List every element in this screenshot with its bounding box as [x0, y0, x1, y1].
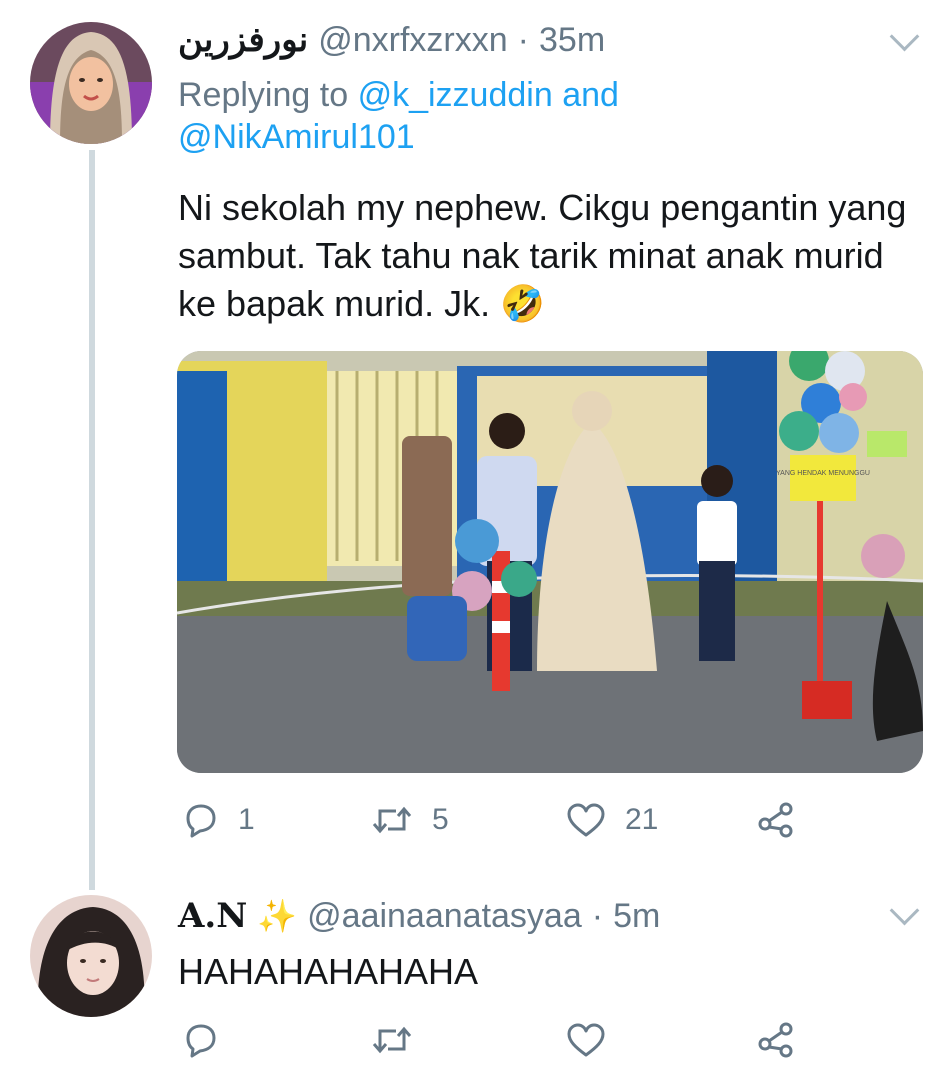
mention-link-2[interactable]: @NikAmirul101: [178, 118, 415, 156]
retweet-button[interactable]: [370, 1020, 414, 1060]
retweet-icon: [372, 806, 412, 834]
display-name[interactable]: A.N: [178, 896, 247, 936]
reply-button[interactable]: [180, 1020, 220, 1060]
reply-icon: [186, 1024, 216, 1058]
like-icon: [567, 803, 605, 837]
sparkle-icon: ✨: [257, 898, 298, 934]
share-icon: [758, 1022, 793, 1058]
replying-to: Replying to @k_izzuddin and @NikAmirul10…: [178, 74, 878, 158]
reply-count: 1: [238, 803, 255, 836]
handle[interactable]: @nxrfxzrxxn: [318, 21, 507, 60]
retweet-count: 5: [432, 803, 449, 836]
avatar[interactable]: [30, 22, 152, 144]
sign-text: YANG HENDAK MENUNGGU: [776, 470, 870, 477]
chevron-down-icon[interactable]: [889, 895, 920, 926]
replying-prefix: Replying to: [178, 76, 349, 114]
tweet-text: Ni sekolah my nephew. Cikgu pengantin ya…: [178, 184, 908, 328]
like-button[interactable]: [565, 1020, 607, 1060]
retweet-icon: [372, 1026, 412, 1054]
like-count: 21: [625, 803, 659, 836]
emoji: 🤣: [500, 283, 545, 324]
handle[interactable]: @aainaanatasyaa: [307, 897, 582, 936]
display-name[interactable]: نورفزرين: [178, 20, 308, 60]
retweet-button[interactable]: 5: [370, 800, 449, 840]
share-button[interactable]: [756, 800, 796, 840]
chevron-down-icon[interactable]: [889, 21, 920, 52]
avatar[interactable]: [30, 895, 152, 1017]
reply-button[interactable]: 1: [180, 800, 255, 840]
timestamp[interactable]: 5m: [613, 897, 660, 936]
share-button[interactable]: [756, 1020, 796, 1060]
tweet-text: HAHAHAHAHAHA: [178, 951, 479, 992]
separator: ·: [591, 896, 604, 935]
reply-icon: [186, 804, 216, 838]
replying-and: and: [562, 76, 619, 114]
share-icon: [758, 802, 793, 838]
mention-link-1[interactable]: @k_izzuddin: [358, 76, 553, 114]
tweet-photo[interactable]: YANG HENDAK MENUNGGU: [177, 351, 923, 773]
timestamp[interactable]: 35m: [539, 21, 605, 60]
like-button[interactable]: 21: [565, 800, 658, 840]
like-icon: [567, 1023, 605, 1057]
separator: ·: [517, 20, 529, 59]
thread-line: [89, 150, 95, 890]
